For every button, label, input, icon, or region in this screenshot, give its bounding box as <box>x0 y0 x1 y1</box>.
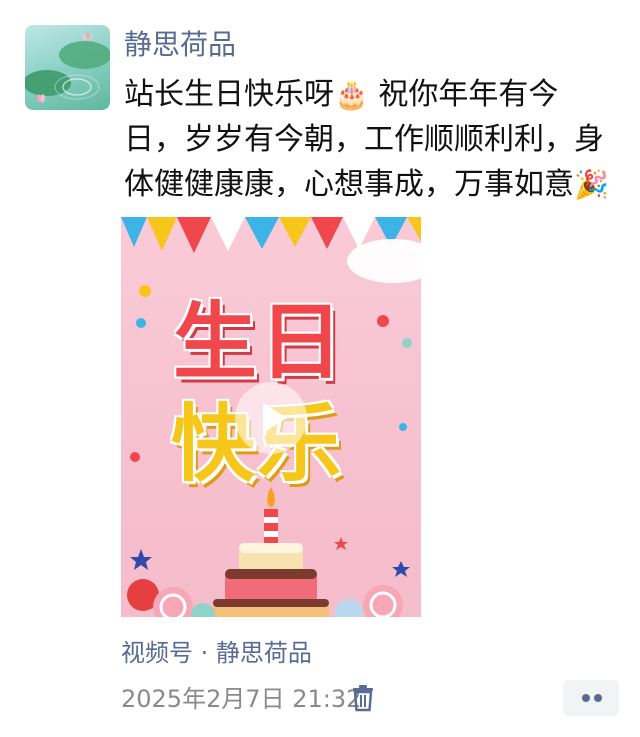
channel-link[interactable]: 视频号 · 静思荷品 <box>121 636 312 670</box>
post-text-line-3: 体健健康康，心想事成，万事如意🎉 <box>124 162 624 207</box>
lotus-avatar-image <box>25 32 110 103</box>
post-text-line-2: 日，岁岁有今朝，工作顺顺利利，身 <box>124 122 604 157</box>
party-popper-emoji: 🎉 <box>574 168 609 201</box>
post-text: 站长生日快乐呀🎂 祝你年年有今 日，岁岁有今朝，工作顺顺利利，身 体健健康康，心… <box>124 72 624 207</box>
more-dots-icon <box>594 694 602 702</box>
post-text-segment: 祝你年年有今 <box>368 77 559 112</box>
post-text-segment: 站长生日快乐呀 <box>124 77 334 112</box>
author-name[interactable]: 静思荷品 <box>124 26 236 64</box>
more-dots-icon <box>582 694 590 702</box>
more-button[interactable] <box>563 680 619 716</box>
trash-icon[interactable] <box>351 684 375 712</box>
video-thumbnail[interactable]: 生日 快乐 <box>121 217 421 617</box>
post-text-line-1: 站长生日快乐呀🎂 祝你年年有今 <box>124 72 624 117</box>
avatar[interactable] <box>25 25 110 110</box>
play-button[interactable] <box>235 382 307 454</box>
post-text-segment: 体健健康康，心想事成，万事如意 <box>124 167 574 202</box>
post-timestamp: 2025年2月7日 21:32 <box>121 685 362 713</box>
cake-emoji: 🎂 <box>334 78 369 111</box>
